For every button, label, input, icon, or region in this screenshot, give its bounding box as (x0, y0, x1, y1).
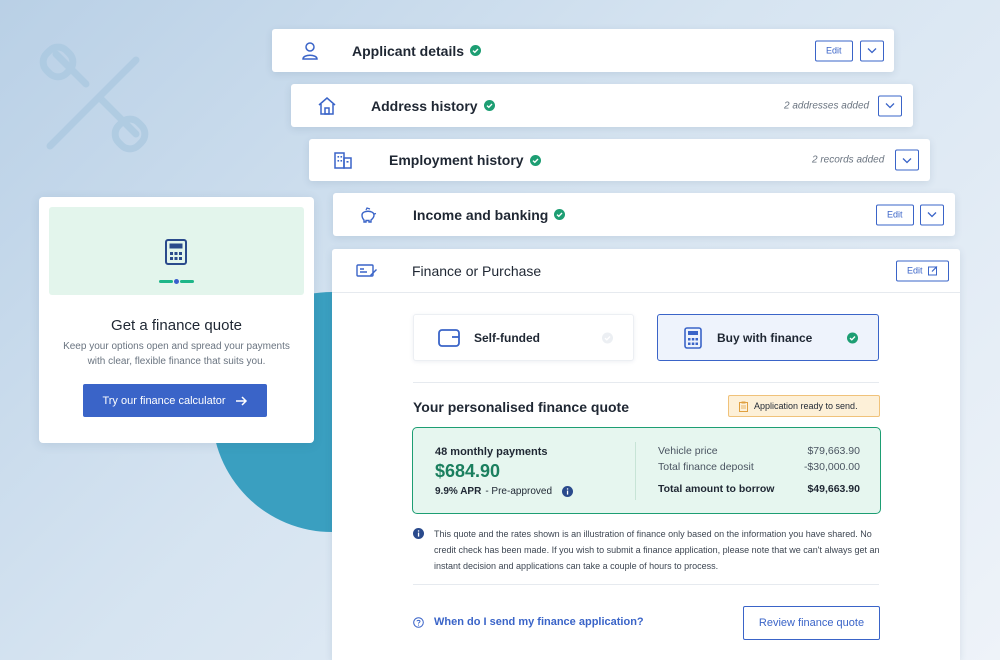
expand-income-button[interactable] (920, 204, 944, 225)
chevron-down-icon (902, 157, 912, 163)
quote-card-title: Get a finance quote (111, 317, 242, 334)
home-icon (318, 96, 336, 115)
user-icon (302, 41, 318, 60)
option-buy-with-finance[interactable]: Buy with finance (657, 314, 879, 361)
slider-decoration (159, 279, 195, 284)
quote-row-value: -$30,000.00 (803, 461, 860, 473)
finance-quote-card: Get a finance quote Keep your options op… (39, 197, 314, 443)
option-self-funded[interactable]: Self-funded (413, 314, 634, 361)
quote-card-description: Keep your options open and spread your p… (63, 341, 290, 367)
section-income-banking[interactable]: Income and banking Edit (333, 193, 955, 236)
wallet-icon (438, 328, 460, 347)
section-meta: 2 addresses added (784, 100, 870, 111)
edit-label: Edit (907, 265, 923, 276)
check-circle-icon (470, 45, 482, 56)
monthly-payments-label: 48 monthly payments (435, 446, 548, 458)
section-title: Finance or Purchase (412, 262, 542, 279)
expand-applicant-button[interactable] (860, 40, 884, 61)
section-title: Applicant details (352, 42, 465, 59)
quote-total-row: Total amount to borrow $49,663.90 (658, 483, 860, 499)
edit-pencil-icon (927, 266, 937, 276)
info-icon (413, 528, 424, 539)
faq-link[interactable]: When do I send my finance application? (413, 616, 644, 628)
calculator-icon (165, 239, 187, 265)
section-meta: 2 records added (812, 154, 885, 166)
check-circle-icon (554, 209, 566, 220)
total-label: Total amount to borrow (658, 483, 775, 495)
section-employment-history[interactable]: Employment history 2 records added (309, 139, 930, 181)
apr-rate: 9.9% APR (435, 486, 482, 497)
quote-row: Total finance deposit -$30,000.00 (658, 461, 860, 477)
cheque-icon (356, 263, 377, 277)
finance-quote-summary: 48 monthly payments $684.90 9.9% APR - P… (412, 427, 881, 514)
check-circle-icon (847, 332, 858, 343)
help-circle-icon (413, 616, 424, 628)
monthly-amount: $684.90 (435, 461, 501, 481)
chevron-down-icon (927, 212, 937, 218)
building-icon (334, 152, 352, 169)
edit-applicant-button[interactable]: Edit (815, 40, 853, 61)
edit-income-button[interactable]: Edit (876, 204, 914, 225)
expand-address-button[interactable] (878, 95, 902, 116)
edit-label: Edit (826, 45, 842, 56)
quote-row-label: Vehicle price (658, 445, 718, 457)
brand-watermark-icon (39, 43, 149, 153)
quote-card-hero (49, 207, 304, 295)
check-circle-icon (602, 332, 613, 343)
section-title: Address history (371, 97, 478, 114)
clipboard-icon (739, 401, 748, 412)
piggy-bank-icon (361, 206, 377, 223)
quote-row-value: $79,663.90 (807, 445, 860, 457)
try-finance-calculator-button[interactable]: Try our finance calculator (83, 384, 267, 417)
status-badge: Application ready to send. (728, 395, 880, 417)
section-title: Income and banking (413, 206, 549, 223)
total-value: $49,663.90 (807, 483, 860, 495)
option-label: Self-funded (474, 330, 540, 345)
chevron-down-icon (867, 48, 877, 54)
section-address-history[interactable]: Address history 2 addresses added (291, 84, 913, 127)
calc-button-label: Try our finance calculator (102, 394, 226, 407)
disclaimer-text: This quote and the rates shown is an ill… (434, 529, 880, 571)
check-circle-icon (529, 154, 541, 166)
status-badge-text: Application ready to send. (754, 401, 858, 411)
quote-row-label: Total finance deposit (658, 461, 754, 473)
chevron-down-icon (885, 103, 895, 109)
faq-link-text: When do I send my finance application? (434, 616, 644, 628)
check-circle-icon (483, 100, 495, 111)
quote-title: Your personalised finance quote (413, 399, 630, 415)
divider (635, 442, 636, 500)
section-applicant-details[interactable]: Applicant details Edit (272, 29, 894, 72)
section-finance-purchase: Finance or Purchase Edit Self-funded Buy… (332, 249, 960, 660)
disclaimer: This quote and the rates shown is an ill… (413, 526, 883, 574)
calculator-icon (684, 326, 702, 349)
review-finance-quote-button[interactable]: Review finance quote (743, 606, 880, 640)
section-title: Employment history (389, 152, 524, 168)
expand-employment-button[interactable] (895, 149, 919, 171)
quote-row: Vehicle price $79,663.90 (658, 445, 860, 461)
divider (413, 584, 879, 585)
edit-label: Edit (887, 209, 903, 220)
arrow-right-icon (235, 395, 247, 406)
edit-finance-button[interactable]: Edit (896, 260, 949, 281)
info-icon[interactable] (562, 486, 574, 497)
option-label: Buy with finance (717, 330, 813, 345)
finance-header: Finance or Purchase Edit (332, 249, 960, 293)
divider (413, 382, 879, 383)
apr-note: - Pre-approved (485, 486, 553, 497)
